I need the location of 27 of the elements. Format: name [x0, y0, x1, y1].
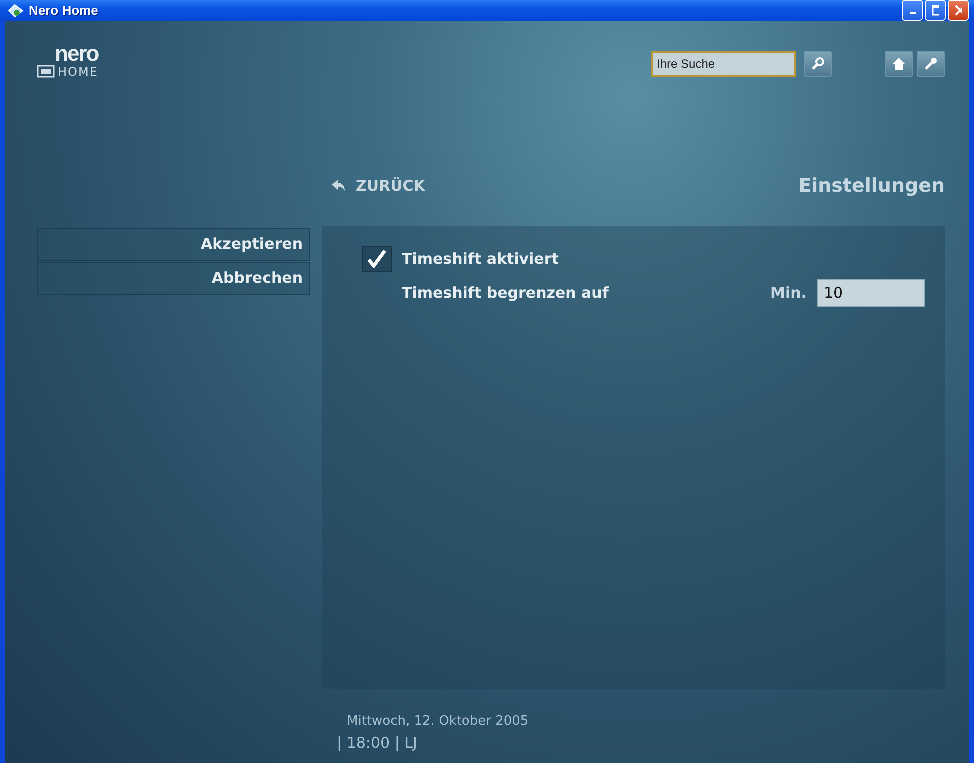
- maximize-button[interactable]: [925, 0, 946, 21]
- date-text: Mittwoch, 12. Oktober 2005: [347, 713, 529, 731]
- search-icon: [811, 57, 825, 71]
- home-icon: [892, 57, 906, 71]
- home-button[interactable]: [885, 51, 913, 77]
- setting-label: Timeshift begrenzen auf: [402, 282, 609, 304]
- unit-label: Min.: [770, 282, 807, 304]
- back-link[interactable]: ZURÜCK: [322, 174, 426, 198]
- search-field[interactable]: Ihre Suche: [651, 51, 796, 77]
- action-button[interactable]: Abbrechen: [37, 262, 310, 295]
- minutes-field[interactable]: 10: [817, 279, 925, 307]
- minimize-button[interactable]: [902, 0, 923, 21]
- window-title: Nero Home: [29, 2, 98, 20]
- app-icon: [8, 4, 24, 18]
- checkbox[interactable]: [362, 246, 392, 272]
- check-icon: [367, 250, 387, 268]
- page-title: Einstellungen: [798, 174, 945, 199]
- logo-text: nero: [55, 43, 99, 65]
- search-button[interactable]: [804, 51, 832, 77]
- time-text: | 18:00 | LJ: [337, 732, 418, 754]
- back-arrow-icon: [332, 180, 346, 192]
- settings-button[interactable]: [917, 51, 945, 77]
- action-button[interactable]: Akzeptieren: [37, 228, 310, 261]
- setting-label: Timeshift aktiviert: [402, 248, 559, 270]
- close-button[interactable]: [948, 0, 969, 21]
- screen-icon: [37, 65, 55, 78]
- logo-subtext: HOME: [58, 66, 98, 78]
